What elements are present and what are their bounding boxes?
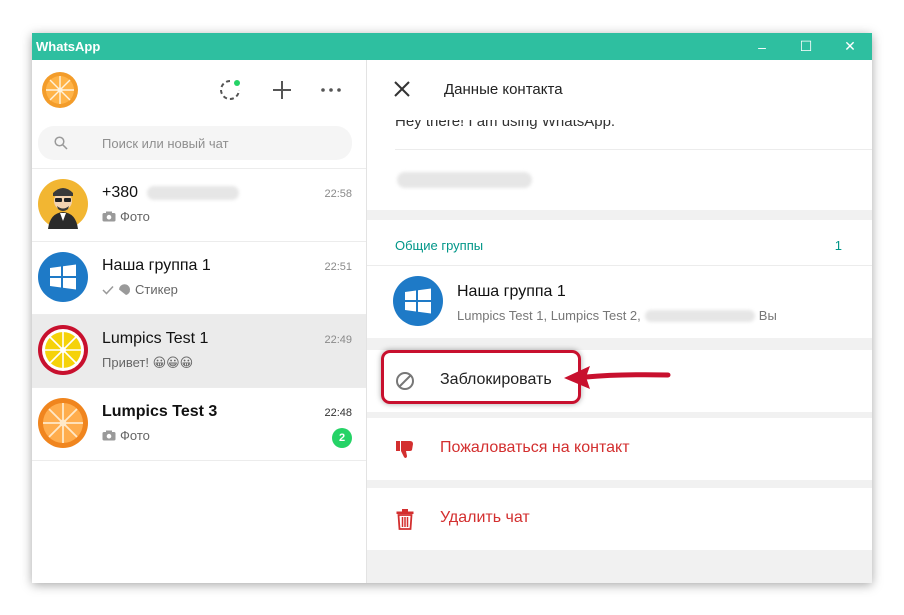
contact-info-panel: Данные контакта Hey there! I am using Wh…	[367, 60, 872, 583]
search-box	[38, 126, 352, 160]
groups-count: 1	[834, 238, 842, 253]
chat-preview-text: Фото	[120, 209, 150, 224]
group-members-suffix: Вы	[758, 308, 777, 323]
redacted-number	[146, 185, 239, 200]
chat-time: 22:51	[324, 261, 352, 273]
redacted-phone	[397, 172, 532, 188]
highlight-frame	[381, 350, 581, 404]
report-contact-button[interactable]: Пожаловаться на контакт	[367, 418, 872, 480]
check-icon	[102, 285, 114, 295]
lemon-avatar	[38, 325, 88, 375]
app-window: WhatsApp – ☐ ✕ Поиск или новый чат +380 …	[32, 33, 872, 583]
chat-time: 22:48	[324, 407, 352, 419]
trash-icon	[396, 509, 414, 530]
contact-avatar	[38, 179, 88, 229]
chat-name: Lumpics Test 3	[102, 403, 218, 420]
chat-item-lumpics-test-3[interactable]: Lumpics Test 3 22:48 Фото 2	[32, 387, 366, 461]
contact-info-header: Данные контакта	[367, 60, 872, 120]
chat-name-text: +380	[102, 184, 139, 201]
redacted-number	[644, 309, 755, 322]
group-members: Lumpics Test 1, Lumpics Test 2, Вы	[457, 308, 777, 323]
chat-preview: Привет! 😀😀😀	[102, 355, 193, 371]
chat-item-380[interactable]: +380 22:58 Фото	[32, 168, 366, 241]
title-bar: WhatsApp – ☐ ✕	[32, 33, 872, 60]
pointer-arrow-icon	[564, 366, 671, 389]
chat-preview: Фото	[102, 209, 150, 224]
chat-preview: Фото	[102, 428, 150, 443]
close-icon[interactable]	[393, 80, 411, 98]
chat-preview-text: Фото	[120, 428, 150, 443]
unread-badge: 2	[332, 428, 352, 448]
delete-chat-button[interactable]: Удалить чат	[367, 488, 872, 550]
orange-avatar	[38, 398, 88, 448]
chat-preview: Стикер	[102, 282, 178, 297]
minimize-button[interactable]: –	[740, 33, 784, 60]
window-title: WhatsApp	[36, 39, 101, 54]
chat-name: Lumpics Test 1	[102, 330, 209, 347]
chat-sidebar: +380 22:58 Фото	[32, 60, 367, 583]
search-input[interactable]	[102, 126, 332, 160]
panel-title: Данные контакта	[444, 81, 563, 98]
chat-preview-text: Стикер	[135, 282, 178, 297]
camera-icon	[102, 211, 116, 222]
status-icon[interactable]	[218, 78, 242, 102]
close-window-button[interactable]: ✕	[828, 33, 872, 60]
chat-time: 22:58	[324, 188, 352, 200]
chat-name: Наша группа 1	[102, 257, 211, 274]
chat-item-lumpics-test-1[interactable]: Lumpics Test 1 22:49 Привет! 😀😀😀	[32, 314, 366, 387]
chat-preview-text: Привет! 😀😀😀	[102, 355, 194, 370]
groups-header: Общие группы	[395, 238, 484, 253]
divider	[395, 149, 872, 150]
new-chat-icon[interactable]	[270, 78, 294, 102]
sidebar-header	[32, 60, 366, 120]
delete-label: Удалить чат	[440, 509, 530, 526]
windows-logo-avatar[interactable]	[393, 276, 443, 326]
search-icon	[54, 136, 68, 150]
group-members-text: Lumpics Test 1, Lumpics Test 2,	[457, 308, 641, 323]
windows-logo-avatar	[38, 252, 88, 302]
camera-icon	[102, 430, 116, 441]
report-label: Пожаловаться на контакт	[440, 439, 630, 456]
chat-name: +380	[102, 184, 239, 202]
chat-time: 22:49	[324, 334, 352, 346]
sticker-icon	[119, 284, 130, 295]
group-name[interactable]: Наша группа 1	[457, 283, 566, 301]
menu-icon[interactable]	[319, 78, 343, 102]
chat-list: +380 22:58 Фото Наша группа 1 22:51 Стик…	[32, 168, 366, 461]
chat-item-group[interactable]: Наша группа 1 22:51 Стикер	[32, 241, 366, 314]
thumbs-down-icon	[396, 441, 413, 458]
profile-avatar[interactable]	[42, 72, 78, 108]
about-section: Hey there! I am using WhatsApp.	[367, 113, 872, 210]
divider	[367, 265, 872, 266]
maximize-button[interactable]: ☐	[784, 33, 828, 60]
common-groups-section: Общие группы 1 Наша группа 1 Lumpics Tes…	[367, 220, 872, 338]
